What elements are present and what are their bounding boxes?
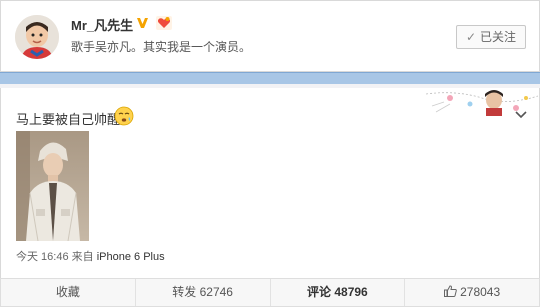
chevron-down-icon[interactable] — [515, 106, 527, 119]
thumbs-up-icon — [444, 280, 457, 297]
post-time[interactable]: 今天 16:46 — [16, 251, 69, 263]
comment-label: 评论 — [307, 285, 332, 299]
post-card: 马上要被自己帅醒 今天 16:46 来自 iPhone 6 Plus — [0, 88, 540, 278]
verified-v-icon — [136, 16, 149, 29]
post-action-bar: 收藏 转发 62746 评论 48796 278043 — [0, 278, 540, 307]
post-photo[interactable] — [16, 131, 89, 241]
check-icon: ✓ — [465, 30, 477, 44]
comment-button[interactable]: 评论 48796 — [271, 279, 406, 306]
heart-badge-icon[interactable] — [156, 16, 172, 30]
post-device[interactable]: iPhone 6 Plus — [97, 251, 165, 263]
avatar[interactable] — [15, 15, 59, 59]
followed-label: 已关注 — [480, 30, 517, 44]
profile-card: Mr_凡先生 歌手吴亦凡。其实我是一个演员。 ✓ 已关注 — [0, 0, 540, 72]
like-count: 278043 — [460, 285, 501, 299]
repost-button[interactable]: 转发 62746 — [136, 279, 271, 306]
post-text: 马上要被自己帅醒 — [16, 112, 121, 127]
profile-cover-strip — [0, 72, 540, 84]
repost-label: 转发 — [172, 285, 197, 299]
post-meta: 今天 16:46 来自 iPhone 6 Plus — [16, 248, 165, 264]
favorite-button[interactable]: 收藏 — [1, 279, 136, 306]
followed-button[interactable]: ✓ 已关注 — [456, 25, 526, 49]
sleepy-face-icon — [114, 106, 134, 126]
profile-bio: 歌手吴亦凡。其实我是一个演员。 — [71, 40, 252, 54]
favorite-label: 收藏 — [55, 285, 80, 299]
like-button[interactable]: 278043 — [405, 279, 539, 306]
repost-count: 62746 — [199, 285, 233, 299]
post-source-prefix: 来自 — [71, 251, 94, 263]
username[interactable]: Mr_凡先生 — [71, 15, 133, 34]
comment-count: 48796 — [334, 285, 368, 299]
